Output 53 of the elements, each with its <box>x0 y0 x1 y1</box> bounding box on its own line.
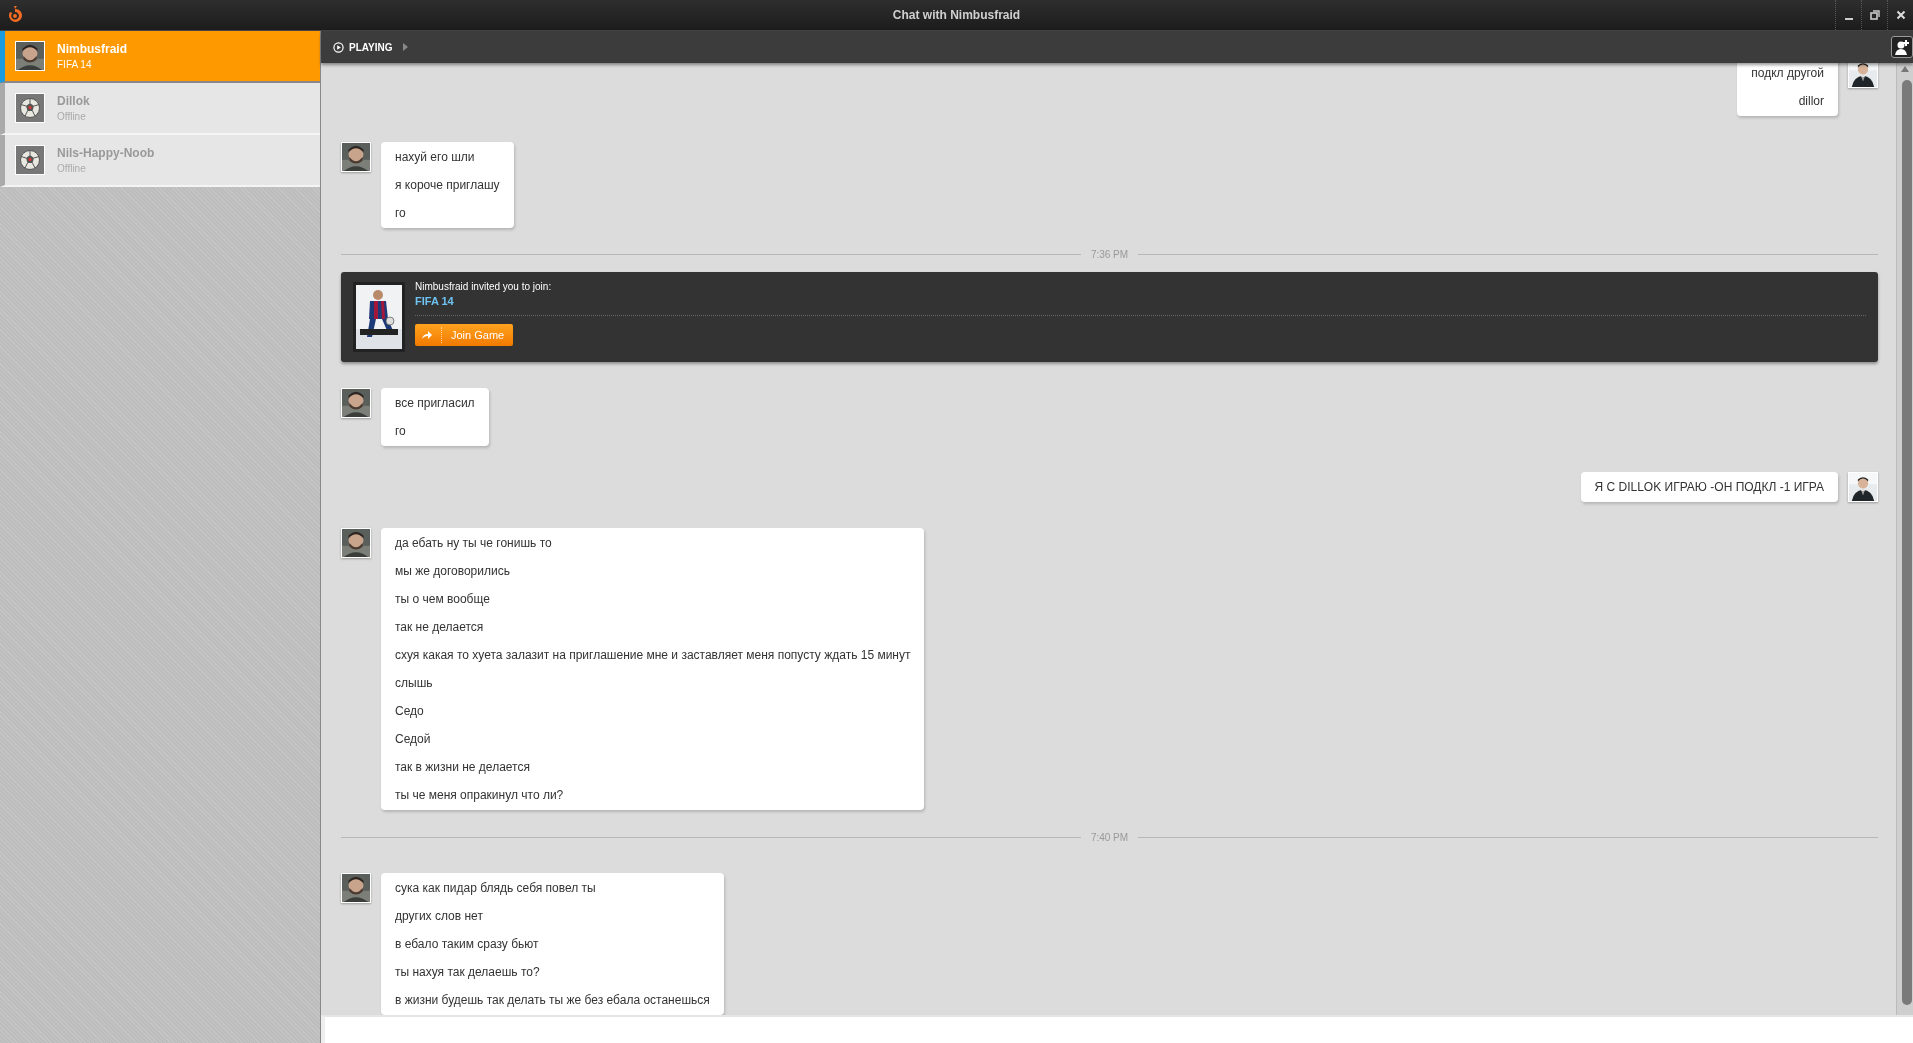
message-text: нахуй его шли <box>395 149 476 166</box>
message-text: мы же договорились <box>395 563 511 581</box>
ball-icon <box>19 149 41 171</box>
contact-name: Dillok <box>57 94 90 108</box>
timestamp: 7:40 PM <box>1090 831 1129 843</box>
close-icon <box>1895 10 1906 20</box>
message-text: dillor <box>1798 93 1824 110</box>
logo-icon <box>7 6 23 24</box>
message-text: сука как пидар блядь себя повел ты <box>395 880 597 897</box>
contact-status: FIFA 14 <box>57 59 93 70</box>
minimize-icon <box>1844 17 1853 20</box>
message-text: Я С DILLOK ИГРАЮ -ОН ПОДКЛ -1 ИГРА <box>1594 479 1824 497</box>
message-text: слышь <box>395 675 434 693</box>
message-input[interactable] <box>321 1015 1913 1043</box>
message-text: в ебало таким сразу бьют <box>395 936 540 953</box>
game-title[interactable]: FIFA 14 <box>415 294 1866 316</box>
message-text: ты че меня опракинул что ли? <box>395 787 565 805</box>
contact-name: Nimbusfraid <box>57 42 127 56</box>
contact-status: Offline <box>57 111 87 122</box>
invite-text: Nimbusfraid invited you to join: <box>415 280 553 292</box>
contact-name: Nils-Happy-Noob <box>57 146 155 160</box>
contact-item[interactable]: Nils-Happy-Noob Offline <box>0 135 320 187</box>
play-icon <box>333 41 344 53</box>
message-text: ты нахуя так делаешь то? <box>395 964 541 981</box>
message-text: Седо <box>395 703 425 721</box>
message-text: го <box>395 205 407 222</box>
caret-icon[interactable] <box>402 43 408 51</box>
restore-icon <box>1869 10 1880 20</box>
add-person-icon <box>1894 39 1910 55</box>
message-text: го <box>395 423 407 441</box>
scrollbar[interactable] <box>1896 63 1913 1015</box>
playing-button[interactable]: PLAYING <box>333 41 393 53</box>
arrow-icon <box>421 329 433 340</box>
message-text: ты о чем вообще <box>395 591 491 609</box>
message-text: я короче приглашу <box>395 177 500 194</box>
contact-status: Offline <box>57 163 87 174</box>
contact-item[interactable]: Dillok Offline <box>0 83 320 135</box>
message-text: в жизни будешь так делать ты же без ебала останешься <box>395 992 710 1009</box>
window-title: Chat with Nimbusfraid <box>892 8 1021 22</box>
add-friend-button[interactable] <box>1891 36 1913 58</box>
message-text: так не делается <box>395 619 485 637</box>
message-text: подкл другой <box>1751 65 1824 82</box>
message-text: да ебать ну ты че гонишь то <box>395 535 553 553</box>
scroll-up-icon[interactable] <box>1901 66 1909 72</box>
message-text: схуя какая то хуета залазит на приглашение мне и заставляет меня попусту ждать 15 минут <box>395 647 911 665</box>
join-game-button[interactable]: Join Game <box>415 323 514 346</box>
message-text: Седой <box>395 731 432 749</box>
message-text: все пригласил <box>395 395 475 413</box>
timestamp: 7:36 PM <box>1090 249 1129 261</box>
contact-item[interactable]: Nimbusfraid FIFA 14 <box>0 31 320 83</box>
ball-icon <box>19 97 41 119</box>
message-text: так в жизни не делается <box>395 759 531 777</box>
message-text: других слов нет <box>395 908 484 925</box>
